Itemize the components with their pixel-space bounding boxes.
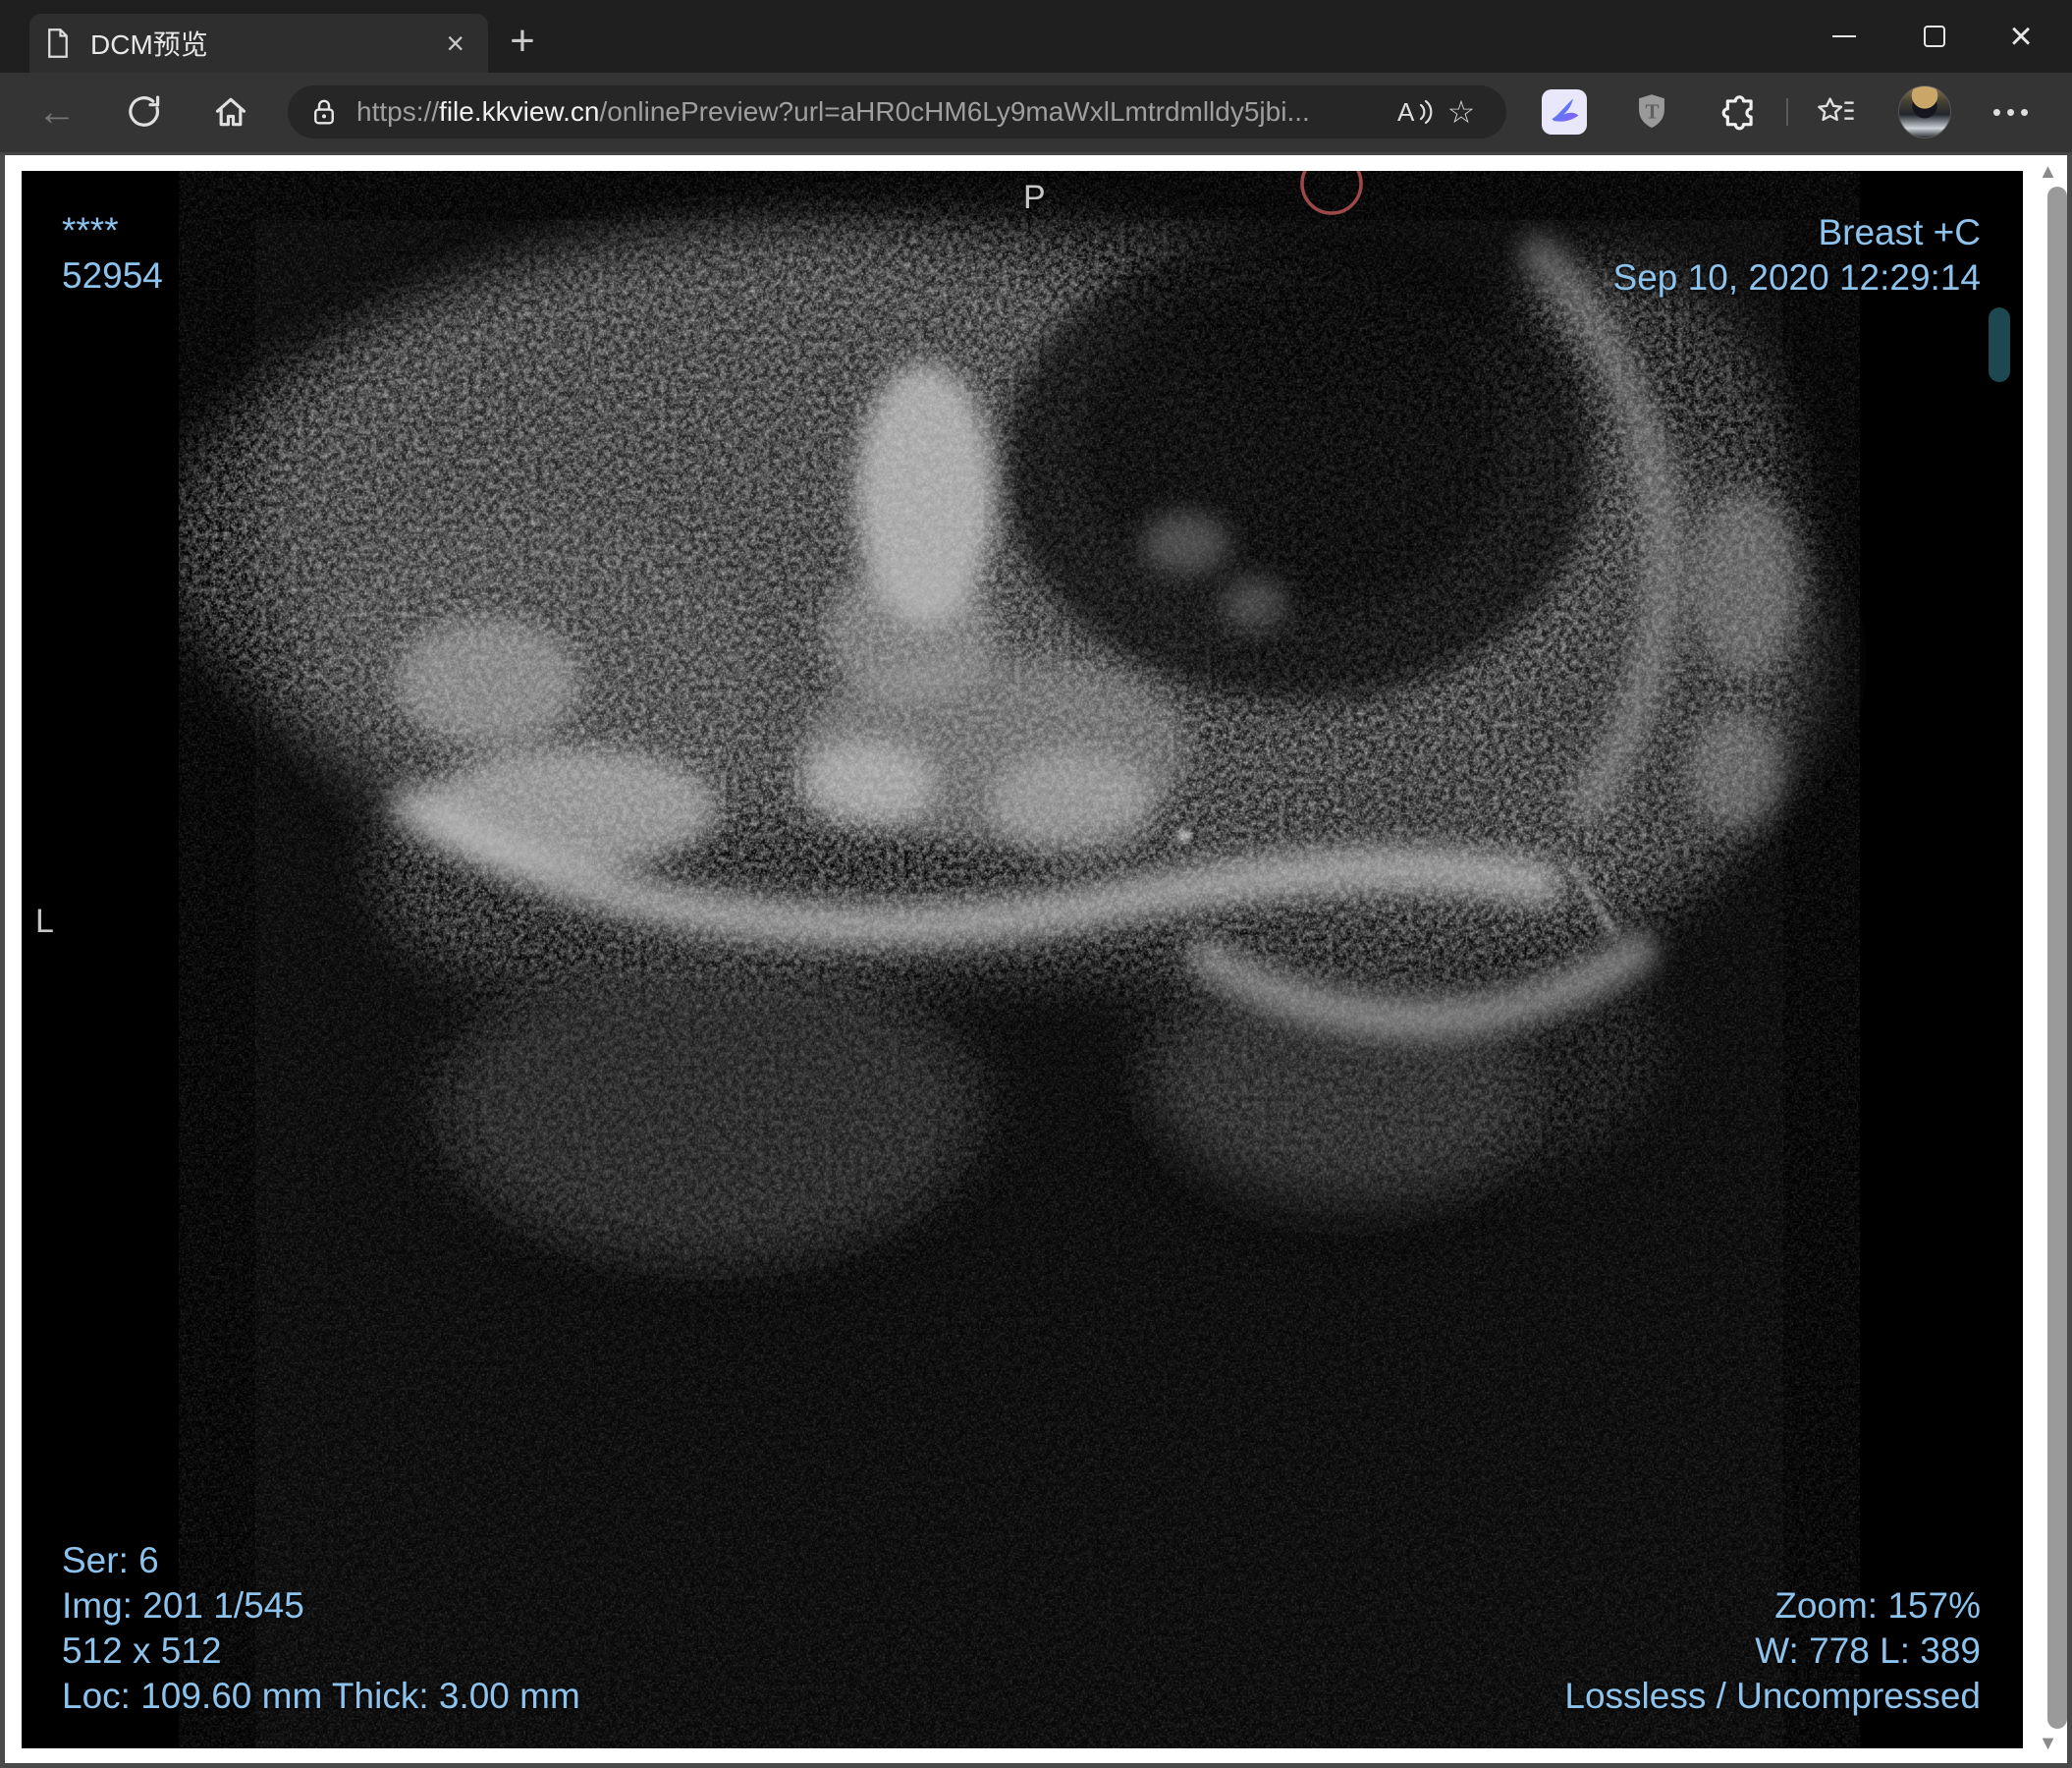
restore-icon <box>1924 26 1945 47</box>
overlay-bottom-left: Ser: 6 Img: 201 1/545 512 x 512 Loc: 109… <box>62 1538 580 1719</box>
window-close-button[interactable]: × <box>1990 10 2052 63</box>
overlay-top-left: **** 52954 <box>62 208 163 299</box>
extension-shield-button[interactable]: T <box>1626 86 1677 138</box>
browser-toolbar: ← https://file.kkview.cn/onlinePreview?u… <box>0 73 2072 152</box>
dcm-preview-page: **** 52954 P L Breast +C Sep 10, 2020 12… <box>0 155 2072 1768</box>
lock-icon <box>314 99 334 125</box>
scrollbar-thumb[interactable] <box>2047 187 2067 1729</box>
extension-thunder-button[interactable] <box>1539 86 1590 138</box>
series-scroll-indicator[interactable] <box>1989 307 2010 382</box>
mri-image <box>255 171 1838 1748</box>
minimize-icon <box>1832 35 1856 37</box>
browser-window: DCM预览 × + × ← https://file.kkview.cn/onl… <box>0 0 2072 1768</box>
home-icon <box>215 97 246 127</box>
matrix-size: 512 x 512 <box>62 1630 222 1671</box>
settings-menu-button[interactable]: ••• <box>1988 86 2039 138</box>
compression-info: Lossless / Uncompressed <box>1564 1676 1981 1716</box>
extensions-menu-button[interactable] <box>1715 86 1766 138</box>
window-border-left <box>0 155 5 1768</box>
thunder-bird-icon <box>1542 89 1587 135</box>
back-button[interactable]: ← <box>29 84 84 139</box>
back-icon: ← <box>37 89 77 134</box>
refresh-button[interactable] <box>117 84 172 139</box>
orientation-marker-left: L <box>35 903 54 940</box>
url-text: https://file.kkview.cn/onlinePreview?url… <box>356 96 1390 128</box>
url-scheme: https:// <box>356 96 440 127</box>
url-host: file.kkview.cn <box>439 96 600 127</box>
overlay-bottom-right: Zoom: 157% W: 778 L: 389 Lossless / Unco… <box>1564 1583 1981 1719</box>
svg-text:T: T <box>1646 99 1660 123</box>
document-icon <box>48 28 68 58</box>
favorite-star-button[interactable]: ☆ <box>1438 88 1485 136</box>
window-restore-button[interactable] <box>1903 10 1966 63</box>
ellipsis-icon: ••• <box>1991 96 2035 127</box>
patient-name-masked: **** <box>62 210 119 250</box>
window-level: W: 778 L: 389 <box>1755 1630 1981 1671</box>
puzzle-icon <box>1721 95 1753 131</box>
read-aloud-button[interactable]: A <box>1390 88 1438 136</box>
svg-text:A: A <box>1397 97 1415 127</box>
page-scrollbar[interactable]: ▲ ▼ <box>2029 155 2067 1763</box>
favorite-star-icon: ☆ <box>1446 94 1476 130</box>
tab-dcm-preview[interactable]: DCM预览 × <box>29 14 488 73</box>
tab-bar: DCM预览 × + × <box>0 0 2072 73</box>
patient-id: 52954 <box>62 255 163 296</box>
window-border-right <box>2067 155 2072 1768</box>
image-number: Img: 201 1/545 <box>62 1585 304 1626</box>
star-lines-icon <box>1818 97 1854 122</box>
address-bar[interactable]: https://file.kkview.cn/onlinePreview?url… <box>288 85 1506 138</box>
new-tab-button[interactable]: + <box>497 20 548 67</box>
overlay-top-right: Breast +C Sep 10, 2020 12:29:14 <box>1613 210 1981 301</box>
refresh-icon <box>129 95 160 127</box>
scroll-down-icon[interactable]: ▼ <box>2029 1733 2067 1755</box>
profile-avatar[interactable] <box>1898 85 1951 138</box>
slice-location-thickness: Loc: 109.60 mm Thick: 3.00 mm <box>62 1676 580 1716</box>
close-icon: × <box>2009 15 2033 58</box>
window-border-bottom <box>0 1763 2072 1768</box>
scroll-up-icon[interactable]: ▲ <box>2029 161 2067 184</box>
toolbar-divider <box>1786 98 1788 126</box>
study-datetime: Sep 10, 2020 12:29:14 <box>1612 257 1981 298</box>
shield-t-icon: T <box>1639 94 1664 129</box>
window-minimize-button[interactable] <box>1813 10 1876 63</box>
orientation-marker-posterior: P <box>1023 179 1046 216</box>
home-button[interactable] <box>203 84 258 139</box>
study-description: Breast +C <box>1818 212 1981 252</box>
url-path: /onlinePreview?url=aHR0cHM6Ly9maWxlLmtrd… <box>599 96 1310 127</box>
tab-close-icon[interactable]: × <box>438 28 472 59</box>
collections-button[interactable] <box>1810 86 1861 138</box>
tab-title: DCM预览 <box>90 29 208 60</box>
annotation-circle <box>1300 171 1363 215</box>
read-aloud-icon: A <box>1397 97 1433 127</box>
dicom-viewport[interactable]: **** 52954 P L Breast +C Sep 10, 2020 12… <box>22 171 2023 1748</box>
zoom-level: Zoom: 157% <box>1774 1585 1981 1626</box>
series-number: Ser: 6 <box>62 1540 159 1580</box>
